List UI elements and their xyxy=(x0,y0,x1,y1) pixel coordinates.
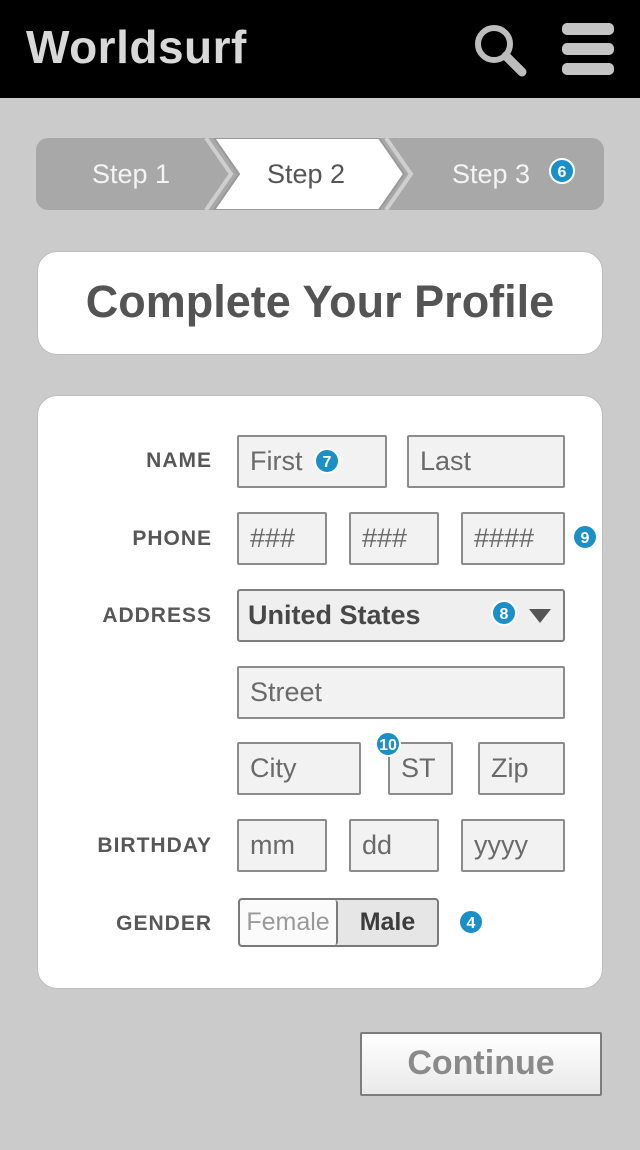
city-field[interactable]: City xyxy=(237,742,361,795)
annotation-badge-country: 8 xyxy=(491,600,517,626)
search-icon[interactable] xyxy=(472,22,528,78)
phone-line-placeholder: #### xyxy=(474,523,535,553)
step-3[interactable]: Step 3 xyxy=(416,138,566,210)
phone-area-placeholder: ### xyxy=(250,523,296,553)
phone-prefix-field[interactable]: ### xyxy=(349,512,439,565)
annotation-badge-phone: 9 xyxy=(572,524,598,550)
last-name-field[interactable]: Last xyxy=(407,435,565,488)
birth-year-placeholder: yyyy xyxy=(474,830,528,860)
gender-label: GENDER xyxy=(116,912,212,935)
annotation-badge-gender: 4 xyxy=(458,909,484,935)
birth-month-field[interactable]: mm xyxy=(237,819,327,872)
phone-label: PHONE xyxy=(132,527,212,550)
title-card: Complete Your Profile xyxy=(37,251,603,355)
phone-line-field[interactable]: #### xyxy=(461,512,565,565)
page-title: Complete Your Profile xyxy=(85,276,555,327)
step-indicator: Step 1 Step 2 Step 3 6 xyxy=(36,138,604,210)
birthday-label: BIRTHDAY xyxy=(97,834,212,857)
phone-prefix-placeholder: ### xyxy=(362,523,408,553)
annotation-badge-state: 10 xyxy=(375,731,401,757)
city-placeholder: City xyxy=(250,753,297,783)
app-header: Worldsurf xyxy=(0,0,640,98)
zip-placeholder: Zip xyxy=(491,753,529,783)
zip-field[interactable]: Zip xyxy=(478,742,565,795)
hamburger-menu-icon[interactable] xyxy=(562,23,614,75)
app-title: Worldsurf xyxy=(26,21,247,73)
street-placeholder: Street xyxy=(250,677,323,707)
chevron-down-icon xyxy=(529,609,551,623)
name-label: NAME xyxy=(146,449,212,472)
country-value: United States xyxy=(248,600,421,630)
gender-toggle[interactable]: Female Male xyxy=(238,898,439,947)
address-label: ADDRESS xyxy=(102,604,212,627)
step-1[interactable]: Step 1 xyxy=(56,138,206,210)
street-field[interactable]: Street xyxy=(237,666,565,719)
last-name-placeholder: Last xyxy=(420,446,472,476)
phone-area-code-field[interactable]: ### xyxy=(237,512,327,565)
annotation-badge-step3: 6 xyxy=(549,158,575,184)
gender-option-male[interactable]: Male xyxy=(338,900,437,945)
first-name-field[interactable]: First xyxy=(237,435,387,488)
first-name-placeholder: First xyxy=(250,446,303,476)
continue-button[interactable]: Continue xyxy=(360,1032,602,1096)
gender-option-female[interactable]: Female xyxy=(240,900,338,945)
annotation-badge-first-name: 7 xyxy=(314,448,340,474)
step-2[interactable]: Step 2 xyxy=(231,138,381,210)
birth-day-field[interactable]: dd xyxy=(349,819,439,872)
birth-month-placeholder: mm xyxy=(250,830,295,860)
birth-year-field[interactable]: yyyy xyxy=(461,819,565,872)
state-placeholder: ST xyxy=(401,753,436,783)
birth-day-placeholder: dd xyxy=(362,830,393,860)
